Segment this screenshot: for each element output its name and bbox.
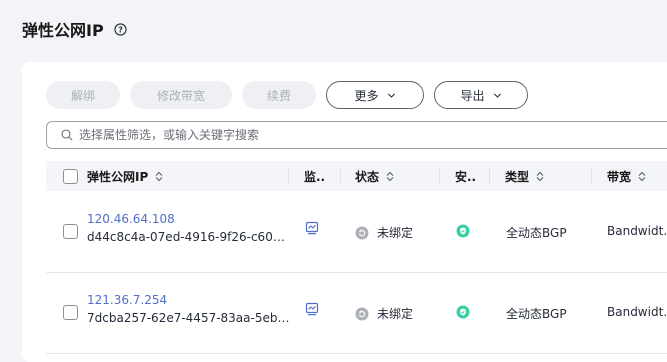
bandwidth-text: Bandwidt… xyxy=(607,224,667,238)
column-header-type-label: 类型 xyxy=(505,169,530,184)
renew-button-label: 续费 xyxy=(266,88,291,103)
monitoring-chart-icon[interactable] xyxy=(305,302,319,316)
more-dropdown-button[interactable]: 更多 xyxy=(326,81,424,109)
chevron-down-icon xyxy=(387,92,395,98)
search-icon xyxy=(61,129,73,141)
search-input[interactable] xyxy=(79,128,639,142)
column-header-monitor-label: 监.. xyxy=(304,169,326,184)
column-divider xyxy=(489,169,490,183)
column-divider xyxy=(439,169,440,183)
eip-address-link[interactable]: 121.36.7.254 xyxy=(87,293,167,307)
column-header-monitor: 监.. xyxy=(304,161,325,191)
bandwidth-text: Bandwidt… xyxy=(607,305,667,319)
column-header-security-label: 安.. xyxy=(455,169,477,184)
chevron-down-icon xyxy=(493,92,501,98)
help-circle-icon[interactable]: ? xyxy=(114,22,127,36)
row-checkbox[interactable] xyxy=(63,224,78,239)
column-header-bandwidth[interactable]: 带宽 xyxy=(607,161,647,191)
bandwidth-cell: Bandwidt… xyxy=(607,305,667,319)
toolbar: 解绑 修改带宽 续费 更多 导出 xyxy=(46,81,538,109)
security-cell xyxy=(456,305,470,319)
eip-id: 7dcba257-62e7-4457-83aa-5eb… xyxy=(87,311,290,325)
column-header-security: 安.. xyxy=(455,161,476,191)
status-cell: 未绑定 xyxy=(355,224,413,241)
eip-id: d44c8c4a-07ed-4916-9f26-c60… xyxy=(87,230,285,244)
sort-icon[interactable] xyxy=(637,171,647,182)
security-cell xyxy=(456,224,470,238)
table-header: 弹性公网IP 监.. 状态 安.. 类型 带宽 xyxy=(46,161,667,191)
unbind-button[interactable]: 解绑 xyxy=(46,81,120,109)
type-cell: 全动态BGP xyxy=(506,305,567,322)
type-cell: 全动态BGP xyxy=(506,224,567,241)
renew-button[interactable]: 续费 xyxy=(242,81,316,109)
unbind-button-label: 解绑 xyxy=(70,88,95,103)
page-title: 弹性公网IP ? xyxy=(22,17,127,41)
bandwidth-cell: Bandwidt… xyxy=(607,224,667,238)
row-checkbox[interactable] xyxy=(63,305,78,320)
page-title-text: 弹性公网IP xyxy=(22,21,104,40)
column-header-eip-label: 弹性公网IP xyxy=(87,169,149,184)
sort-icon[interactable] xyxy=(154,171,164,182)
column-divider xyxy=(288,169,289,183)
status-text: 未绑定 xyxy=(377,226,414,240)
status-cell: 未绑定 xyxy=(355,305,413,322)
export-button-label: 导出 xyxy=(460,88,485,103)
monitor-cell xyxy=(305,302,319,316)
column-header-bandwidth-label: 带宽 xyxy=(607,169,632,184)
column-header-status[interactable]: 状态 xyxy=(355,161,395,191)
unbound-status-icon xyxy=(355,226,369,239)
sort-icon[interactable] xyxy=(535,171,545,182)
export-dropdown-button[interactable]: 导出 xyxy=(434,81,528,109)
column-divider xyxy=(340,169,341,183)
unbound-status-icon xyxy=(355,307,369,320)
sort-icon[interactable] xyxy=(385,171,395,182)
column-divider xyxy=(591,169,592,183)
eip-address-link[interactable]: 120.46.64.108 xyxy=(87,212,175,226)
table-row: 121.36.7.254 7dcba257-62e7-4457-83aa-5eb… xyxy=(46,273,667,354)
type-text: 全动态BGP xyxy=(506,307,567,321)
column-header-type[interactable]: 类型 xyxy=(505,161,545,191)
more-button-label: 更多 xyxy=(354,88,379,103)
search-bar xyxy=(46,121,667,149)
monitor-cell xyxy=(305,221,319,235)
monitoring-chart-icon[interactable] xyxy=(305,221,319,235)
shield-icon[interactable] xyxy=(456,305,470,319)
shield-icon[interactable] xyxy=(456,224,470,238)
column-header-eip[interactable]: 弹性公网IP xyxy=(87,161,164,191)
status-text: 未绑定 xyxy=(377,307,414,321)
table-row: 120.46.64.108 d44c8c4a-07ed-4916-9f26-c6… xyxy=(46,192,667,273)
eip-cell: 120.46.64.108 d44c8c4a-07ed-4916-9f26-c6… xyxy=(87,212,285,244)
column-header-status-label: 状态 xyxy=(355,169,380,184)
eip-cell: 121.36.7.254 7dcba257-62e7-4457-83aa-5eb… xyxy=(87,293,289,325)
modify-bandwidth-button[interactable]: 修改带宽 xyxy=(130,81,232,109)
select-all-checkbox[interactable] xyxy=(63,161,78,191)
type-text: 全动态BGP xyxy=(506,226,567,240)
modify-bandwidth-button-label: 修改带宽 xyxy=(156,88,205,103)
svg-text:?: ? xyxy=(118,25,123,34)
